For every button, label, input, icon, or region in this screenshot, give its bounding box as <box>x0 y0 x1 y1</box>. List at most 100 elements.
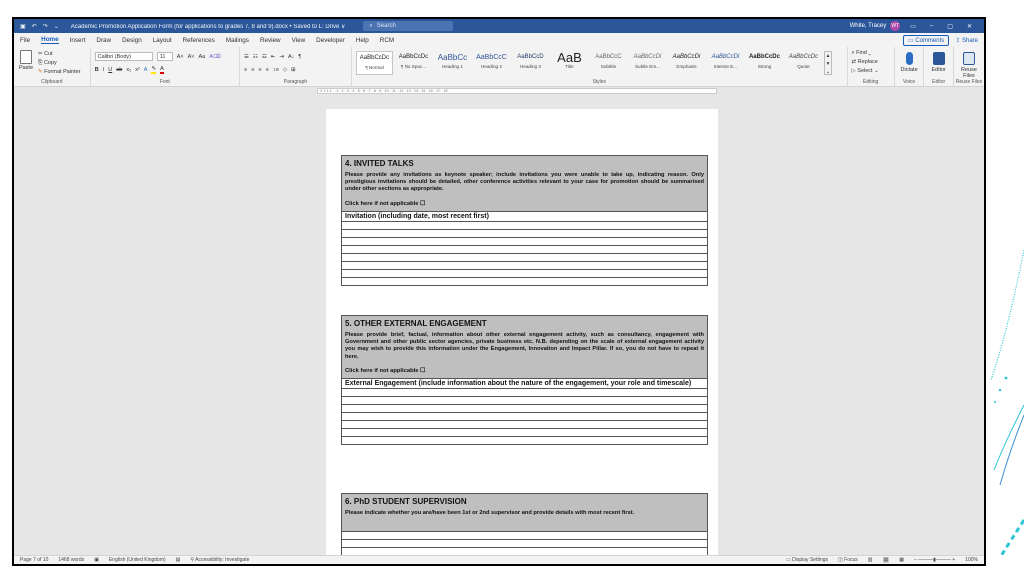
spelling-icon[interactable]: ▣ <box>94 557 99 563</box>
underline-icon[interactable]: U <box>108 67 112 73</box>
tab-file[interactable]: File <box>20 37 30 44</box>
style-quote[interactable]: AaBbCcDc Quote <box>785 51 822 75</box>
entry-row[interactable] <box>341 268 708 278</box>
entry-row[interactable] <box>341 547 708 555</box>
shrink-font-icon[interactable]: A˅ <box>188 54 195 60</box>
zoom-level[interactable]: 100% <box>965 557 978 563</box>
style-title[interactable]: AaB Title <box>551 51 588 75</box>
document-page[interactable]: 4. INVITED TALKS Please provide any invi… <box>326 109 718 555</box>
page-count[interactable]: Page 7 of 10 <box>20 557 48 563</box>
avatar[interactable]: WT <box>890 21 901 31</box>
text-effects-icon[interactable]: A <box>144 67 148 73</box>
close-button[interactable]: ✕ <box>967 23 972 30</box>
tab-rcm[interactable]: RCM <box>380 37 394 44</box>
entry-row[interactable] <box>341 435 708 445</box>
cut-button[interactable]: ✂ Cut <box>38 50 81 59</box>
undo-icon[interactable]: ↶ <box>32 23 37 30</box>
not-applicable-checkbox[interactable]: Click here if not applicable ☐ <box>345 201 704 207</box>
entry-row[interactable] <box>341 276 708 286</box>
tab-review[interactable]: Review <box>260 37 281 44</box>
entry-row[interactable] <box>341 252 708 262</box>
bold-icon[interactable]: B <box>95 67 99 73</box>
highlight-icon[interactable]: ✎ <box>151 66 157 74</box>
tab-insert[interactable]: Insert <box>70 37 86 44</box>
grow-font-icon[interactable]: A˄ <box>177 54 184 60</box>
align-right-icon[interactable]: ≡ <box>258 67 261 73</box>
find-button[interactable]: ⌕ Find ⌄ <box>852 49 890 58</box>
print-layout-icon[interactable]: ▤ <box>882 557 890 563</box>
paste-button[interactable]: Paste <box>18 50 34 71</box>
style-intense-emphasis[interactable]: AaBbCcDi Intense E... <box>707 51 744 75</box>
italic-icon[interactable]: I <box>103 67 105 73</box>
maximize-button[interactable]: ▢ <box>947 23 953 30</box>
document-canvas[interactable]: 4. INVITED TALKS Please provide any invi… <box>14 109 984 555</box>
entry-row[interactable] <box>341 531 708 540</box>
minimize-button[interactable]: – <box>930 23 933 30</box>
numbering-icon[interactable]: ☷ <box>253 54 258 60</box>
style-heading-3[interactable]: AaBbCcD Heading 3 <box>512 51 549 75</box>
line-spacing-icon[interactable]: ↕≡ <box>273 67 279 73</box>
tab-mailings[interactable]: Mailings <box>226 37 249 44</box>
align-left-icon[interactable]: ≡ <box>244 67 247 73</box>
multilevel-icon[interactable]: ☲ <box>262 54 267 60</box>
entry-row[interactable] <box>341 260 708 270</box>
tab-layout[interactable]: Layout <box>153 37 172 44</box>
style-strong[interactable]: AaBbCcDc Strong <box>746 51 783 75</box>
editor-pen-icon[interactable] <box>932 52 945 65</box>
tab-view[interactable]: View <box>292 37 306 44</box>
entry-row[interactable] <box>341 244 708 254</box>
redo-icon[interactable]: ↷ <box>43 23 48 30</box>
style-no-spacing[interactable]: AaBbCcDc ¶ No Spac... <box>395 51 432 75</box>
decrease-indent-icon[interactable]: ⇤ <box>271 54 276 60</box>
entry-row[interactable] <box>341 403 708 413</box>
display-settings-button[interactable]: ▭ Display Settings <box>786 557 828 563</box>
tab-help[interactable]: Help <box>356 37 369 44</box>
not-applicable-checkbox[interactable]: Click here if not applicable ☐ <box>345 368 704 374</box>
select-button[interactable]: ▷ Select ⌄ <box>852 67 890 76</box>
font-size-select[interactable]: 11 <box>156 52 173 61</box>
zoom-slider[interactable]: – ———▮——— + <box>914 557 955 563</box>
share-button[interactable]: ⇪ Share <box>955 37 978 44</box>
increase-indent-icon[interactable]: ⇥ <box>279 54 284 60</box>
justify-icon[interactable]: ≡ <box>266 67 269 73</box>
entry-row[interactable] <box>341 228 708 238</box>
align-center-icon[interactable]: ≡ <box>251 67 254 73</box>
bullets-icon[interactable]: ☰ <box>244 54 249 60</box>
style-heading-1[interactable]: AaBbCc Heading 1 <box>434 51 471 75</box>
tab-home[interactable]: Home <box>41 36 59 44</box>
clear-format-icon[interactable]: A⌫ <box>209 54 220 60</box>
superscript-icon[interactable]: x² <box>135 67 140 73</box>
dictate-label[interactable]: Dictate <box>899 67 920 73</box>
styles-more-icon[interactable]: ▴ ▾ ⌄ <box>823 51 832 75</box>
font-color-icon[interactable]: A <box>160 66 164 74</box>
entry-row[interactable] <box>341 539 708 548</box>
entry-row[interactable] <box>341 236 708 246</box>
word-count[interactable]: 1468 words <box>58 557 84 563</box>
reuse-files-label[interactable]: Reuse Files <box>958 67 980 79</box>
tab-draw[interactable]: Draw <box>96 37 111 44</box>
text-predictions-icon[interactable]: ▤ <box>176 557 181 563</box>
save-icon[interactable]: ▣ <box>20 23 26 30</box>
language[interactable]: English (United Kingdom) <box>109 557 166 563</box>
accessibility-status[interactable]: ⚲ Accessibility: Investigate <box>190 557 249 563</box>
entry-row[interactable] <box>341 387 708 397</box>
customize-icon[interactable]: ⌄ <box>54 23 59 30</box>
style-normal[interactable]: AaBbCcDc ¶ Normal <box>355 51 393 75</box>
document-title[interactable]: Academic Promotion Application Form (for… <box>71 23 346 30</box>
entry-row[interactable] <box>341 220 708 230</box>
strikethrough-icon[interactable]: ab <box>116 67 122 73</box>
replace-button[interactable]: ⇄ Replace <box>852 58 890 67</box>
focus-button[interactable]: ◫ Focus <box>838 557 858 563</box>
copy-button[interactable]: ⎘ Copy <box>38 59 81 68</box>
entry-row[interactable] <box>341 395 708 405</box>
shading-icon[interactable]: ◇ <box>283 67 287 73</box>
user-name[interactable]: White, Tracey <box>850 23 887 29</box>
read-mode-icon[interactable]: ▥ <box>868 557 873 563</box>
ribbon-display-icon[interactable]: ▭ <box>910 23 916 30</box>
pilcrow-icon[interactable]: ¶ <box>298 54 301 60</box>
style-heading-2[interactable]: AaBbCcC Heading 2 <box>473 51 510 75</box>
tab-references[interactable]: References <box>183 37 215 44</box>
sort-icon[interactable]: A↓ <box>288 54 294 60</box>
search-box[interactable]: ⌕ Search <box>363 21 454 31</box>
subscript-icon[interactable]: x₂ <box>126 67 131 73</box>
